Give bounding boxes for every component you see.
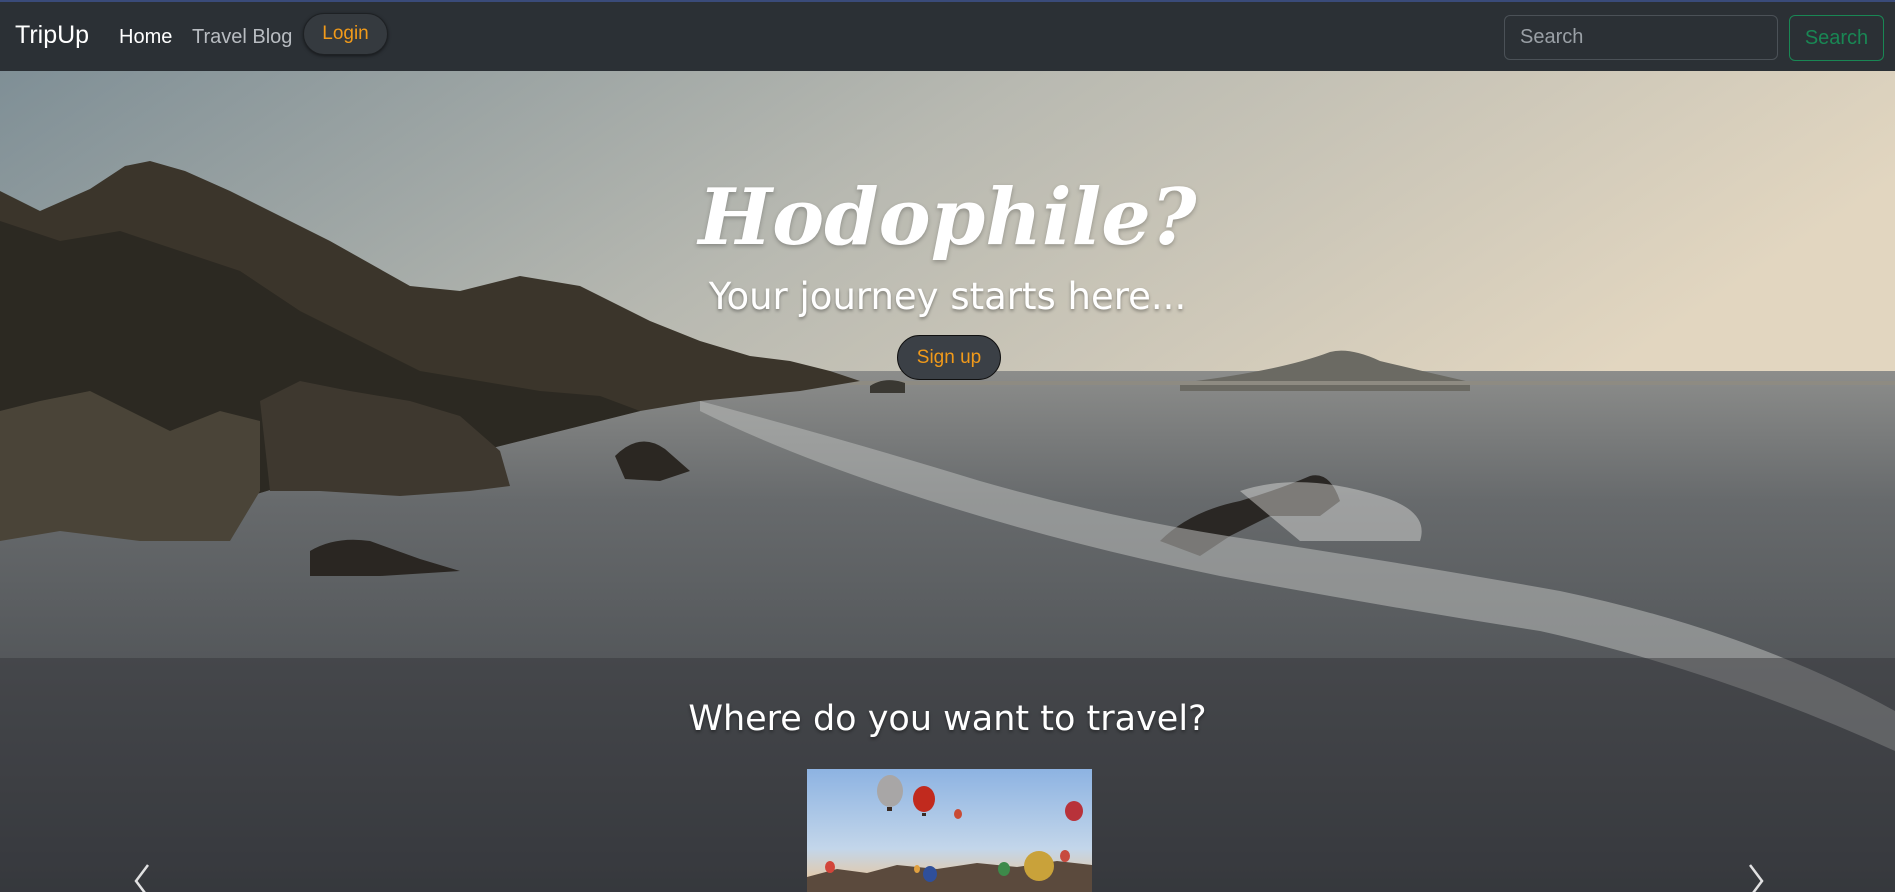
navbar: TripUp Home Travel Blog Login Search bbox=[0, 0, 1895, 71]
hero-subtitle: Your journey starts here... bbox=[708, 275, 1187, 318]
chevron-left-icon bbox=[134, 864, 149, 892]
hero-section: Hodophile? Your journey starts here... S… bbox=[0, 71, 1895, 892]
carousel-next-button[interactable] bbox=[1736, 861, 1776, 892]
chevron-right-icon bbox=[1749, 864, 1764, 892]
hero-title: Hodophile? bbox=[698, 172, 1197, 263]
search-input[interactable] bbox=[1504, 15, 1778, 60]
brand-logo[interactable]: TripUp bbox=[15, 21, 89, 50]
nav-link-travel-blog[interactable]: Travel Blog bbox=[192, 26, 292, 49]
carousel-image-hot-air-balloons[interactable] bbox=[807, 769, 1092, 892]
search-button[interactable]: Search bbox=[1789, 15, 1884, 61]
nav-link-home[interactable]: Home bbox=[119, 26, 172, 49]
destinations-title: Where do you want to travel? bbox=[688, 699, 1207, 739]
carousel-prev-button[interactable] bbox=[122, 861, 162, 892]
signup-button[interactable]: Sign up bbox=[897, 335, 1001, 380]
login-button[interactable]: Login bbox=[303, 13, 388, 55]
